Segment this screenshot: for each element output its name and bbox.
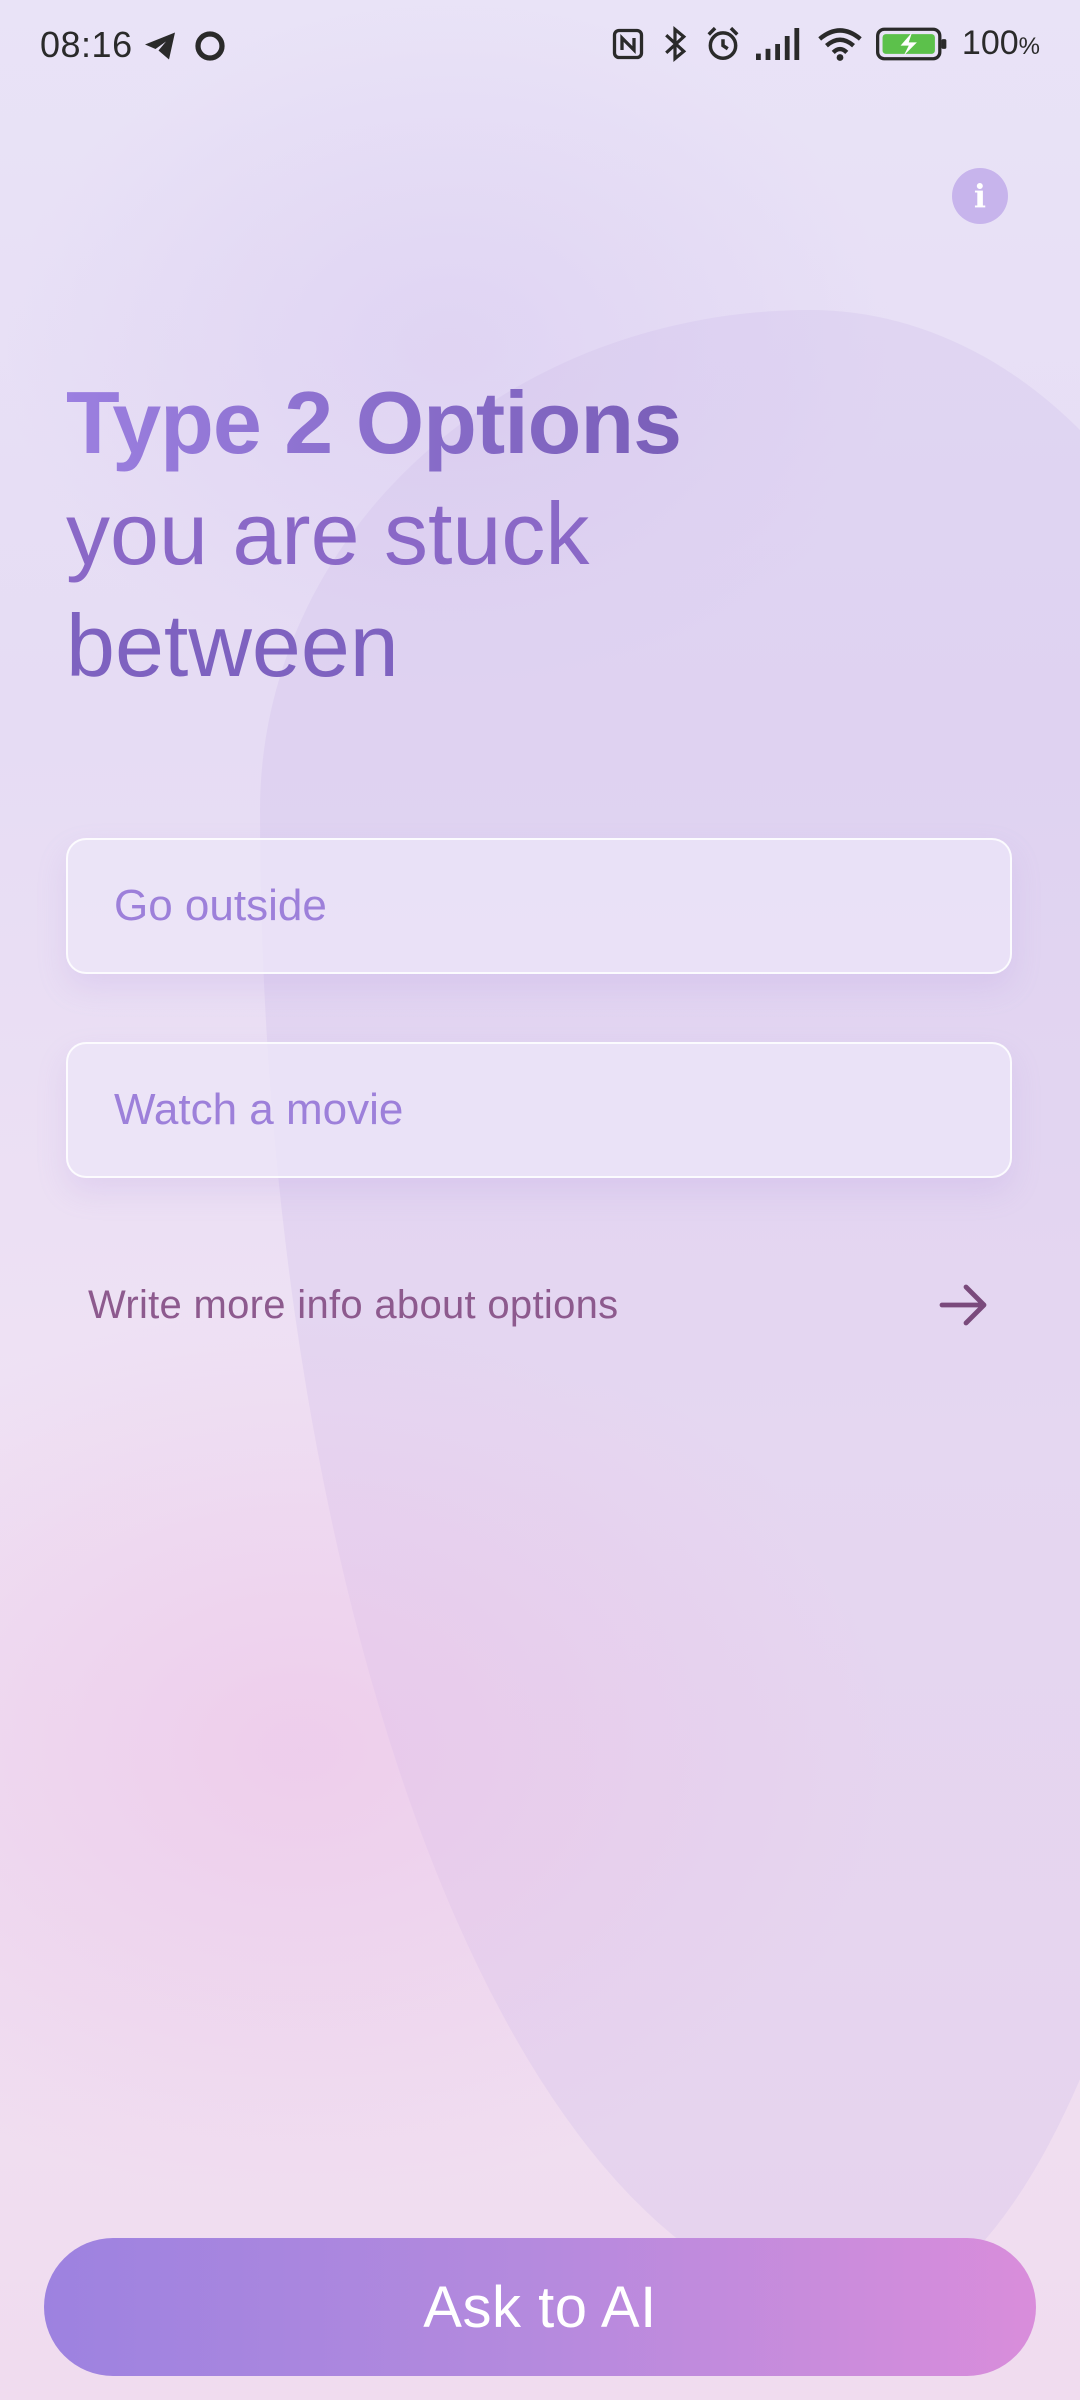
app-screen: 08:16 100% i Type 2 Options you are stuc… <box>0 0 1080 2400</box>
nfc-icon <box>610 26 646 62</box>
arrow-right-icon[interactable] <box>938 1283 990 1327</box>
signal-icon <box>755 27 804 61</box>
status-left-icons <box>142 28 228 69</box>
battery-charging-icon <box>875 27 948 61</box>
headline-line-2: you are stuck <box>66 484 590 583</box>
status-bar: 08:16 100% <box>0 0 1080 96</box>
info-icon: i <box>973 177 987 215</box>
more-info-label: Write more info about options <box>88 1282 619 1327</box>
headline-line-3: between <box>66 596 399 695</box>
option-1-input[interactable] <box>66 838 1012 974</box>
background-glow-pink <box>0 1300 900 2200</box>
telegram-icon <box>142 28 178 69</box>
headline: Type 2 Options you are stuck between <box>66 368 966 702</box>
wifi-icon <box>818 27 862 61</box>
more-info-row[interactable]: Write more info about options <box>66 1260 1012 1350</box>
status-right-icons: 100% <box>610 24 1040 63</box>
info-button[interactable]: i <box>952 168 1008 224</box>
circle-record-icon <box>192 28 228 69</box>
option-2-input[interactable] <box>66 1042 1012 1178</box>
alarm-icon <box>704 25 742 63</box>
bluetooth-icon <box>660 25 690 63</box>
battery-percentage: 100% <box>961 24 1040 62</box>
status-time: 08:16 <box>40 24 133 65</box>
headline-bold: Type 2 Options <box>66 368 966 478</box>
ask-ai-button[interactable]: Ask to AI <box>44 2238 1036 2376</box>
